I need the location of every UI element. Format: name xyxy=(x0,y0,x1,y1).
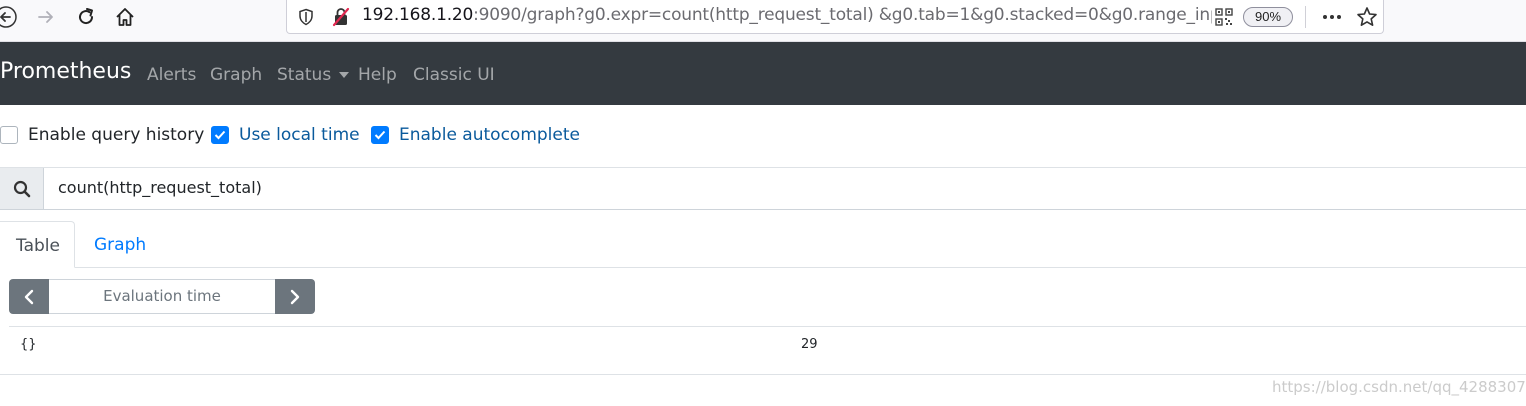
caret-down-icon xyxy=(338,72,349,78)
eval-time-prev-button[interactable] xyxy=(9,279,49,314)
bookmark-star-icon[interactable] xyxy=(1356,6,1378,28)
toolbar-divider xyxy=(1305,6,1306,28)
results-table-top-border xyxy=(9,326,1526,327)
option-local-time[interactable]: Use local time xyxy=(211,125,360,145)
tab-graph[interactable]: Graph xyxy=(94,235,146,255)
home-button[interactable] xyxy=(111,3,139,31)
navbar: Prometheus Alerts Graph Status Help Clas… xyxy=(0,42,1526,105)
query-history-label[interactable]: Enable query history xyxy=(28,125,204,145)
option-query-history[interactable]: Enable query history xyxy=(0,125,204,145)
query-history-checkbox[interactable] xyxy=(0,126,18,144)
evaluation-time-group: Evaluation time xyxy=(9,279,315,314)
result-value: 29 xyxy=(801,337,818,352)
watermark: https://blog.csdn.net/qq_42883074 xyxy=(1272,378,1526,396)
more-actions-icon[interactable] xyxy=(1321,8,1343,26)
reload-button[interactable] xyxy=(72,3,100,31)
chevron-right-icon xyxy=(290,289,300,304)
shield-icon xyxy=(299,8,313,26)
nav-link-status-label: Status xyxy=(277,65,332,85)
local-time-label[interactable]: Use local time xyxy=(239,125,360,145)
expression-input[interactable]: count(http_request_total) xyxy=(58,178,1458,197)
back-arrow-icon xyxy=(0,6,17,28)
qr-code-icon[interactable] xyxy=(1215,8,1233,26)
url-path: :9090/graph?g0.expr=count(http_request_t… xyxy=(473,5,1212,25)
expression-input-group: count(http_request_total) xyxy=(0,168,1526,210)
checkmark-icon xyxy=(214,130,226,140)
autocomplete-checkbox[interactable] xyxy=(371,126,389,144)
local-time-checkbox[interactable] xyxy=(211,126,229,144)
browser-toolbar: 192.168.1.20:9090/graph?g0.expr=count(ht… xyxy=(0,0,1526,42)
search-icon xyxy=(13,180,30,197)
home-icon xyxy=(116,8,134,26)
forward-arrow-icon xyxy=(38,11,53,23)
forward-button[interactable] xyxy=(32,3,60,31)
tab-table[interactable]: Table xyxy=(0,221,75,268)
option-autocomplete[interactable]: Enable autocomplete xyxy=(371,125,580,145)
address-bar[interactable]: 192.168.1.20:9090/graph?g0.expr=count(ht… xyxy=(286,0,1384,34)
nav-link-classic-ui[interactable]: Classic UI xyxy=(413,65,495,85)
insecure-lock-icon xyxy=(332,7,350,27)
zoom-level-badge[interactable]: 90% xyxy=(1243,7,1293,27)
url-host: 192.168.1.20 xyxy=(362,5,474,25)
nav-link-status[interactable]: Status xyxy=(277,65,349,85)
eval-time-next-button[interactable] xyxy=(275,279,315,314)
search-addon xyxy=(0,168,44,209)
chevron-left-icon xyxy=(24,289,34,304)
nav-link-graph[interactable]: Graph xyxy=(210,65,262,85)
tabs-border xyxy=(75,267,1526,268)
results-table-bottom-border xyxy=(0,374,1526,375)
autocomplete-label[interactable]: Enable autocomplete xyxy=(399,125,580,145)
evaluation-time-input[interactable]: Evaluation time xyxy=(49,279,275,314)
url-text: 192.168.1.20:9090/graph?g0.expr=count(ht… xyxy=(362,5,1212,25)
nav-link-help[interactable]: Help xyxy=(358,65,397,85)
reload-icon xyxy=(79,8,94,25)
brand-logo-text[interactable]: Prometheus xyxy=(0,59,131,84)
back-button[interactable] xyxy=(0,3,20,31)
nav-link-alerts[interactable]: Alerts xyxy=(147,65,196,85)
result-metric: {} xyxy=(20,337,37,352)
checkmark-icon xyxy=(374,130,386,140)
